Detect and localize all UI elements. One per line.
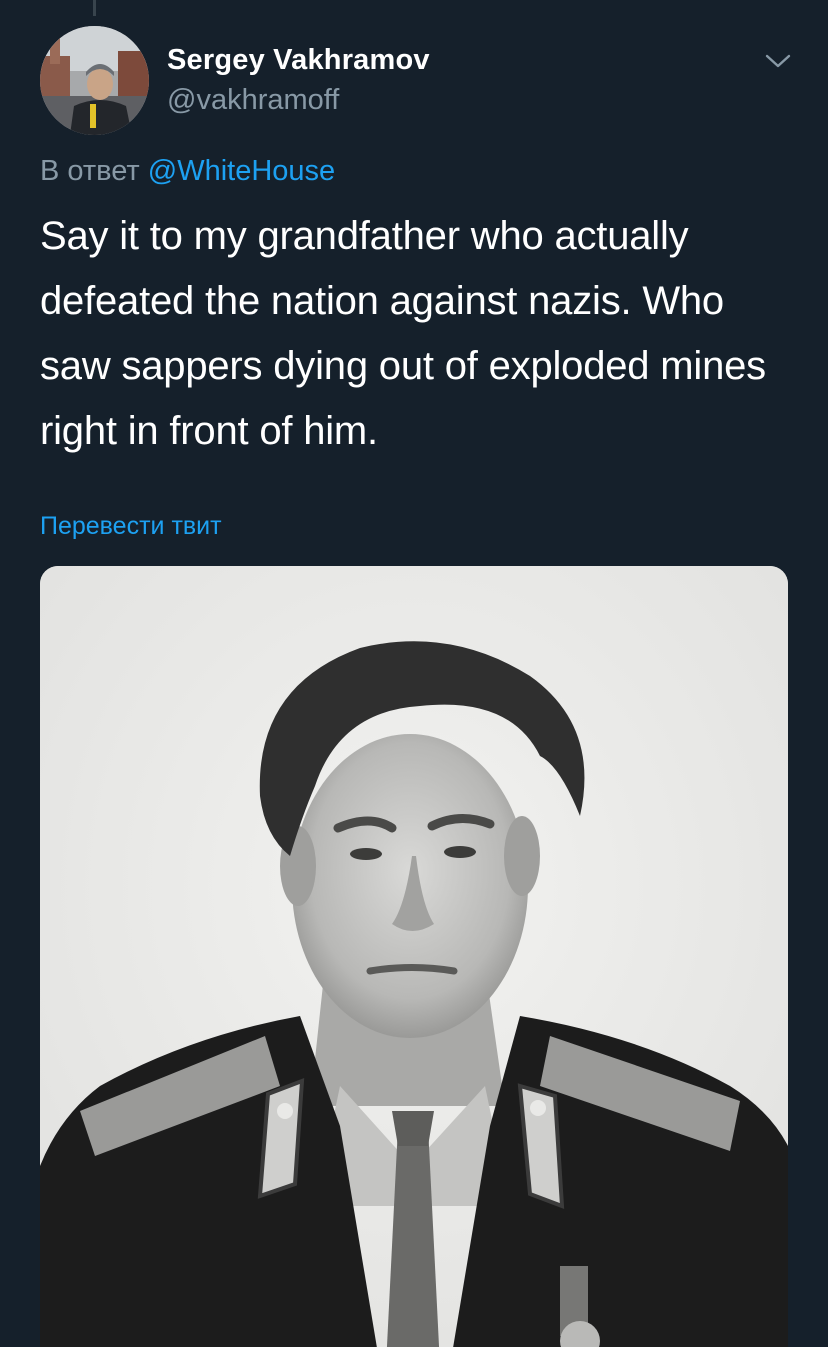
author-handle[interactable]: @vakhramoff bbox=[167, 82, 430, 118]
author-info[interactable]: Sergey Vakhramov @vakhramoff bbox=[167, 42, 430, 118]
tweet-text: Say it to my grandfather who actually de… bbox=[40, 214, 766, 453]
portrait-photo bbox=[40, 566, 788, 1347]
avatar-photo bbox=[40, 26, 149, 135]
reply-context: В ответ @WhiteHouse bbox=[40, 153, 335, 189]
avatar[interactable] bbox=[40, 26, 149, 135]
reply-prefix: В ответ bbox=[40, 155, 140, 187]
tweet-photo[interactable] bbox=[40, 566, 788, 1347]
thread-connector-line bbox=[93, 0, 96, 16]
translate-tweet-link[interactable]: Перевести твит bbox=[40, 510, 222, 542]
author-display-name[interactable]: Sergey Vakhramov bbox=[167, 42, 430, 78]
chevron-down-icon[interactable] bbox=[764, 52, 792, 70]
reply-mention-link[interactable]: @WhiteHouse bbox=[148, 155, 335, 187]
